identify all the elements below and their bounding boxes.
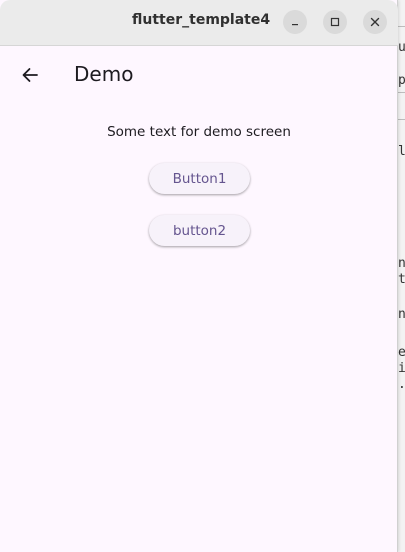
background-text-fragment: e xyxy=(398,345,405,360)
background-text-fragment: n xyxy=(398,256,405,271)
background-divider xyxy=(398,26,405,27)
background-text-fragment: t xyxy=(398,272,405,287)
arrow-back-icon xyxy=(22,68,38,82)
background-divider xyxy=(398,119,405,120)
window-title: flutter_template4 xyxy=(132,12,271,28)
button2[interactable]: button2 xyxy=(149,215,250,246)
desktop: u p l n t n e i . flutter_template4 xyxy=(0,0,405,552)
close-icon xyxy=(370,17,380,27)
background-divider xyxy=(398,92,405,93)
maximize-button[interactable] xyxy=(323,10,347,34)
back-button[interactable] xyxy=(10,55,50,95)
app-window: flutter_template4 Demo Some text for dem… xyxy=(0,0,398,552)
app-bar: Demo xyxy=(0,47,397,103)
title-bar[interactable]: flutter_template4 xyxy=(0,0,398,46)
button1[interactable]: Button1 xyxy=(149,163,250,194)
maximize-icon xyxy=(330,17,340,27)
minimize-icon xyxy=(292,24,298,26)
background-text-fragment: . xyxy=(398,377,405,392)
body-text: Some text for demo screen xyxy=(107,124,291,140)
background-window: u p l n t n e i . xyxy=(398,0,405,552)
page-title: Demo xyxy=(74,62,134,86)
background-text-fragment: n xyxy=(398,307,405,322)
background-text-fragment: l xyxy=(398,144,405,159)
background-text-fragment: u xyxy=(398,40,405,55)
minimize-button[interactable] xyxy=(283,10,307,34)
background-text-fragment: p xyxy=(398,73,405,88)
close-button[interactable] xyxy=(363,10,387,34)
background-text-fragment: i xyxy=(398,361,405,376)
